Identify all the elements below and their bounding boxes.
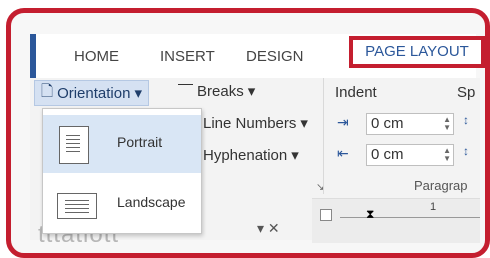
- stepper-icon[interactable]: ▲ ▼: [443, 116, 451, 132]
- ruler-number: 1: [430, 201, 437, 213]
- chevron-down-icon: ▾: [291, 147, 299, 164]
- ruler: ⧗ 1: [312, 198, 480, 243]
- tab-insert[interactable]: INSERT: [160, 48, 215, 65]
- orientation-button[interactable]: 🗋 Orientation ▾: [34, 80, 149, 106]
- indent-left-icon: ⇥: [337, 114, 349, 130]
- portrait-option[interactable]: Portrait: [43, 115, 201, 173]
- indent-right-value: 0 cm: [371, 146, 404, 163]
- tab-design[interactable]: DESIGN: [246, 48, 304, 65]
- chevron-down-icon: ▾: [300, 115, 308, 132]
- indent-left-input[interactable]: 0 cm ▲ ▼: [366, 113, 454, 135]
- indent-right-input[interactable]: 0 cm ▲ ▼: [366, 144, 454, 166]
- tab-stop-icon[interactable]: [320, 209, 332, 221]
- hyphenation-button[interactable]: Hyphenation ▾: [203, 146, 299, 165]
- orientation-dropdown: Portrait Landscape: [42, 108, 202, 234]
- landscape-icon: [57, 193, 97, 219]
- ruler-ticks: [340, 217, 480, 218]
- line-numbers-label: Line Numbers: [203, 114, 297, 132]
- orientation-label: Orientation: [57, 84, 131, 102]
- breaks-label: Breaks: [197, 82, 244, 100]
- breaks-button[interactable]: ⎺ Breaks ▾: [178, 82, 256, 101]
- hyphenation-label: Hyphenation: [203, 146, 288, 164]
- orientation-icon: 🗋: [41, 82, 54, 100]
- indent-label: Indent: [335, 84, 377, 101]
- portrait-icon: [59, 126, 89, 164]
- indent-left-value: 0 cm: [371, 115, 404, 132]
- chevron-down-icon: ▾: [247, 83, 256, 100]
- group-divider: [323, 78, 324, 194]
- landscape-option[interactable]: Landscape: [43, 175, 201, 233]
- breaks-icon: ⎺: [178, 82, 194, 100]
- chevron-down-icon: ▾: [134, 85, 142, 102]
- ribbon-tabs: HOME INSERT DESIGN PAGE LAYOUT: [36, 34, 485, 78]
- stepper-icon[interactable]: ▲ ▼: [443, 147, 451, 163]
- tab-page-layout[interactable]: PAGE LAYOUT: [349, 36, 485, 68]
- spacing-before-icon: ↕: [463, 113, 469, 127]
- spacing-after-icon: ↕: [463, 144, 469, 158]
- paragraph-group-label: Paragrap: [414, 178, 468, 193]
- indent-right-icon: ⇤: [337, 145, 349, 161]
- spacing-label: Sp: [457, 84, 476, 101]
- line-numbers-button[interactable]: Line Numbers ▾: [203, 114, 308, 133]
- dialog-launcher-icon[interactable]: ↘: [316, 182, 324, 193]
- indent-marker-icon[interactable]: ⧗: [366, 207, 374, 222]
- tab-home[interactable]: HOME: [74, 48, 119, 65]
- portrait-label: Portrait: [117, 134, 163, 150]
- landscape-label: Landscape: [117, 194, 186, 210]
- close-icon[interactable]: ▾ ✕: [257, 220, 280, 237]
